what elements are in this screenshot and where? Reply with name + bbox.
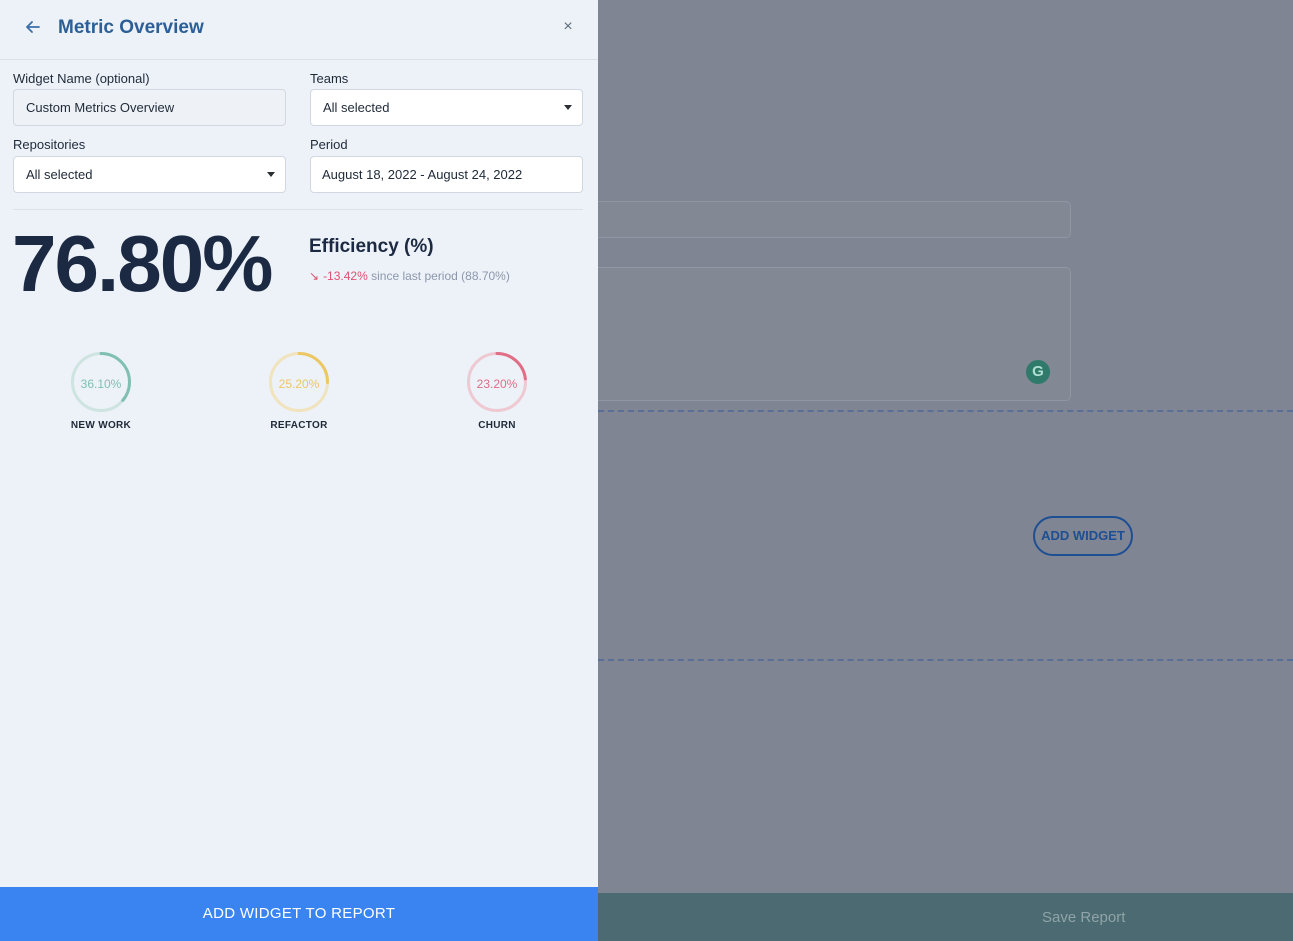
background-dropzone-border-top [598,410,1293,412]
metric-name: Efficiency (%) [309,236,434,257]
panel-title: Metric Overview [58,17,204,38]
metric-overview-panel: Metric Overview × Widget Name (optional)… [0,0,598,941]
gauge-value: 25.20% [278,377,320,391]
background-title-input [560,201,1071,238]
trend-down-icon: ↘ [309,269,320,283]
caret-down-icon [564,105,572,110]
caret-down-icon [267,172,275,177]
teams-label: Teams [310,71,349,86]
gauge-value: 23.20% [476,377,518,391]
metric-trend: ↘ -13.42% since last period (88.70%) [309,269,510,283]
repositories-select-value: All selected [26,167,93,182]
teams-select-value: All selected [323,100,390,115]
panel-header: Metric Overview × [0,0,598,60]
metric-comparison: since last period (88.70%) [371,269,510,283]
add-widget-to-report-button[interactable]: ADD WIDGET TO REPORT [0,887,598,941]
background-footer [598,893,1293,941]
repositories-select[interactable]: All selected [13,156,286,193]
teams-select[interactable]: All selected [310,89,583,126]
gauge-churn: 23.20% CHURN [465,350,529,431]
repositories-label: Repositories [13,137,86,152]
period-input[interactable]: August 18, 2022 - August 24, 2022 [310,156,583,193]
background-add-widget-button: ADD WIDGET [1033,516,1133,556]
grammarly-icon: G [1026,360,1050,384]
gauge-label: CHURN [478,420,516,431]
background-save-report-button: Save Report [1042,909,1126,926]
gauge-new-work: 36.10% NEW WORK [69,350,133,431]
arrow-left-icon[interactable] [22,16,44,38]
widget-name-label: Widget Name (optional) [13,71,150,86]
gauge-refactor: 25.20% REFACTOR [267,350,331,431]
widget-name-input[interactable]: Custom Metrics Overview [13,89,286,126]
close-icon[interactable]: × [560,19,576,35]
metric-delta: -13.42% [323,269,368,283]
background-dropzone-border-bottom [598,659,1293,661]
gauge-label: NEW WORK [70,420,132,431]
metric-value: 76.80% [12,219,273,308]
gauge-value: 36.10% [80,377,122,391]
gauge-label: REFACTOR [270,420,328,431]
section-divider [13,209,583,210]
period-label: Period [310,137,348,152]
background-description-textarea [560,267,1071,401]
